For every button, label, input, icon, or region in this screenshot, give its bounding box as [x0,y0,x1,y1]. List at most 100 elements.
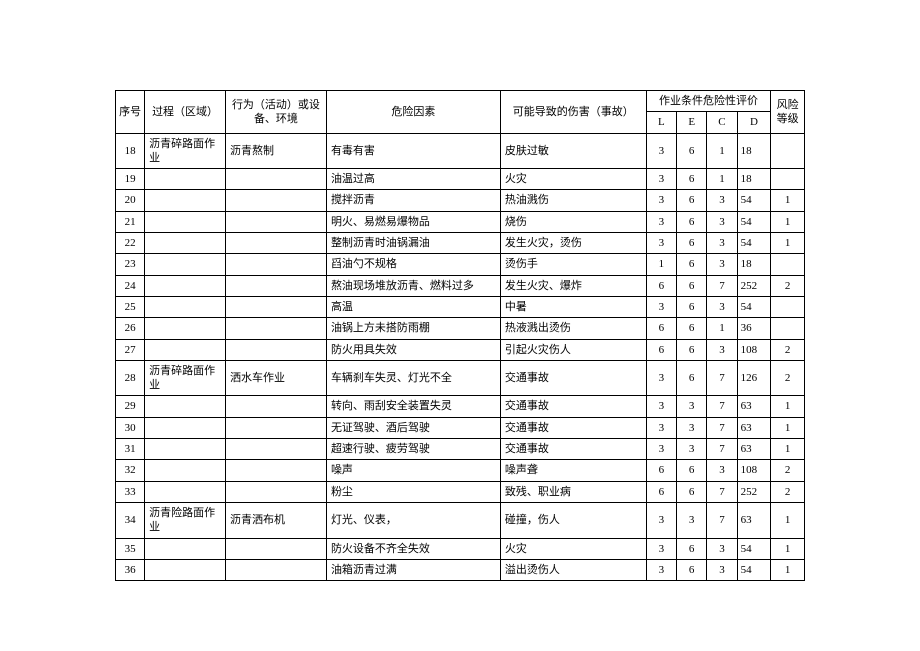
table-row: 24熬油现场堆放沥青、燃料过多发生火灾、爆炸6672522 [116,275,805,296]
cell-d: 108 [737,460,771,481]
cell-seq: 35 [116,538,145,559]
cell-c: 1 [707,169,737,190]
cell-e: 6 [677,538,707,559]
cell-e: 6 [677,318,707,339]
cell-possibleharm: 致残、职业病 [500,481,646,502]
cell-l: 6 [646,318,676,339]
cell-c: 3 [707,254,737,275]
cell-d: 18 [737,133,771,169]
cell-process: 沥青险路面作业 [145,502,226,538]
cell-riskfactor: 灯光、仪表， [326,502,500,538]
cell-seq: 22 [116,233,145,254]
cell-activity: 洒水车作业 [225,360,326,396]
cell-d: 54 [737,211,771,232]
cell-process: 沥青碎路面作业 [145,360,226,396]
table-row: 29转向、雨刮安全装置失灵交通事故337631 [116,396,805,417]
cell-level: 1 [771,233,805,254]
cell-seq: 27 [116,339,145,360]
cell-activity [225,559,326,580]
cell-d: 252 [737,275,771,296]
table-header: 序号 过程（区域） 行为（活动）或设备、环境 危险因素 可能导致的伤害（事故） … [116,91,805,134]
cell-process: 沥青碎路面作业 [145,133,226,169]
cell-level: 1 [771,538,805,559]
cell-riskfactor: 高温 [326,296,500,317]
cell-riskfactor: 油锅上方未搭防雨棚 [326,318,500,339]
cell-c: 3 [707,190,737,211]
table-row: 27防火用具失效引起火灾伤人6631082 [116,339,805,360]
cell-d: 108 [737,339,771,360]
cell-c: 3 [707,233,737,254]
cell-c: 7 [707,275,737,296]
cell-e: 6 [677,481,707,502]
cell-c: 1 [707,318,737,339]
page: 序号 过程（区域） 行为（活动）或设备、环境 危险因素 可能导致的伤害（事故） … [0,0,920,651]
cell-process [145,169,226,190]
cell-c: 7 [707,417,737,438]
cell-riskfactor: 转向、雨刮安全装置失灵 [326,396,500,417]
cell-riskfactor: 防火用具失效 [326,339,500,360]
cell-seq: 19 [116,169,145,190]
cell-l: 3 [646,190,676,211]
cell-d: 252 [737,481,771,502]
cell-l: 6 [646,460,676,481]
hdr-e: E [677,112,707,133]
cell-activity [225,169,326,190]
table-row: 33粉尘致残、职业病6672522 [116,481,805,502]
cell-d: 63 [737,502,771,538]
cell-l: 3 [646,211,676,232]
cell-possibleharm: 中暑 [500,296,646,317]
hdr-possibleharm: 可能导致的伤害（事故） [500,91,646,134]
cell-l: 3 [646,169,676,190]
cell-process [145,460,226,481]
cell-e: 6 [677,254,707,275]
cell-d: 18 [737,169,771,190]
cell-activity [225,460,326,481]
table-row: 18沥青碎路面作业沥青熬制有毒有害皮肤过敏36118 [116,133,805,169]
cell-possibleharm: 皮肤过敏 [500,133,646,169]
cell-process [145,233,226,254]
cell-process [145,254,226,275]
cell-possibleharm: 溢出烫伤人 [500,559,646,580]
cell-activity [225,339,326,360]
cell-possibleharm: 热液溅出烫伤 [500,318,646,339]
cell-activity [225,417,326,438]
cell-process [145,339,226,360]
cell-seq: 20 [116,190,145,211]
cell-d: 63 [737,417,771,438]
cell-possibleharm: 烫伤手 [500,254,646,275]
cell-level: 1 [771,396,805,417]
cell-process [145,211,226,232]
cell-e: 3 [677,502,707,538]
cell-possibleharm: 烧伤 [500,211,646,232]
cell-l: 3 [646,538,676,559]
cell-riskfactor: 有毒有害 [326,133,500,169]
cell-e: 6 [677,460,707,481]
cell-possibleharm: 噪声聋 [500,460,646,481]
cell-possibleharm: 发生火灾，烫伤 [500,233,646,254]
table-row: 28沥青碎路面作业洒水车作业车辆刹车失灵、灯光不全交通事故3671262 [116,360,805,396]
cell-activity [225,275,326,296]
cell-level [771,296,805,317]
cell-l: 3 [646,502,676,538]
table-row: 31超速行驶、疲劳驾驶交通事故337631 [116,439,805,460]
cell-seq: 23 [116,254,145,275]
cell-seq: 32 [116,460,145,481]
cell-riskfactor: 舀油勺不规格 [326,254,500,275]
cell-possibleharm: 引起火灾伤人 [500,339,646,360]
risk-table: 序号 过程（区域） 行为（活动）或设备、环境 危险因素 可能导致的伤害（事故） … [115,90,805,581]
cell-d: 126 [737,360,771,396]
hdr-riskfactor: 危险因素 [326,91,500,134]
hdr-seq: 序号 [116,91,145,134]
cell-l: 3 [646,233,676,254]
cell-seq: 30 [116,417,145,438]
cell-possibleharm: 交通事故 [500,417,646,438]
cell-riskfactor: 防火设备不齐全失效 [326,538,500,559]
cell-possibleharm: 火灾 [500,538,646,559]
hdr-process: 过程（区域） [145,91,226,134]
cell-activity [225,233,326,254]
table-row: 20搅拌沥青热油溅伤363541 [116,190,805,211]
table-row: 25高温中暑36354 [116,296,805,317]
cell-process [145,538,226,559]
cell-c: 7 [707,502,737,538]
table-row: 30无证驾驶、酒后驾驶交通事故337631 [116,417,805,438]
